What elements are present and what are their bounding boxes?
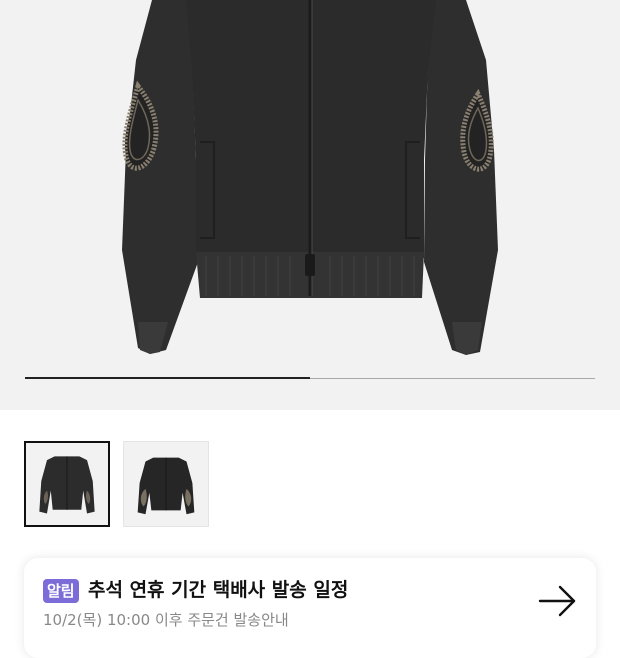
product-image-slider[interactable] bbox=[0, 0, 620, 410]
product-main-image bbox=[122, 0, 498, 355]
thumbnail-1[interactable] bbox=[24, 441, 110, 527]
notice-subtitle: 10/2(목) 10:00 이후 주문건 발송안내 bbox=[43, 611, 289, 629]
shipping-notice-card[interactable]: 알림 추석 연휴 기간 택배사 발송 일정 10/2(목) 10:00 이후 주… bbox=[24, 558, 596, 658]
thumbnail-2-image bbox=[137, 457, 195, 515]
notice-title: 추석 연휴 기간 택배사 발송 일정 bbox=[88, 579, 349, 601]
thumbnail-1-image bbox=[39, 456, 95, 514]
slider-progress-fill bbox=[25, 377, 310, 379]
thumbnail-2[interactable] bbox=[123, 441, 209, 527]
notice-badge: 알림 bbox=[43, 579, 79, 603]
slider-progress-track bbox=[25, 377, 595, 379]
arrow-right-icon[interactable] bbox=[538, 585, 578, 617]
